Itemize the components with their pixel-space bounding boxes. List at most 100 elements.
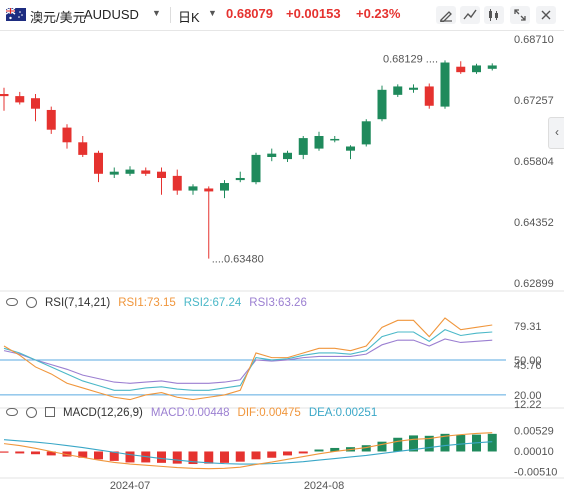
price-tick-label: 0.68710: [514, 34, 554, 46]
x-tick-label: 2024-07: [110, 480, 150, 492]
macd-bar: [94, 451, 103, 460]
candle: [31, 98, 40, 109]
price-tick-label: 0.67257: [514, 95, 554, 107]
candle: [330, 138, 340, 141]
macd-bar: [15, 451, 25, 454]
candle: [314, 135, 324, 149]
rsi-header: RSI(7,14,21) RSI1:73.15 RSI2:67.24 RSI3:63.…: [6, 297, 315, 313]
candle: [409, 87, 418, 90]
macd-bar: [220, 451, 229, 463]
rsi1-line: [3, 317, 493, 401]
eye-icon[interactable]: [6, 298, 18, 306]
price-tick-label: 0.62899: [514, 278, 554, 290]
macd-bar: [487, 433, 497, 452]
dif-line: [3, 432, 493, 470]
gear-icon[interactable]: [26, 297, 37, 308]
candle: [251, 154, 261, 183]
compare-icon[interactable]: [484, 6, 504, 24]
symbol-name[interactable]: 澳元/美元: [30, 7, 86, 26]
macd-bar: [31, 451, 40, 455]
macd-bar: [251, 451, 261, 460]
period-selector[interactable]: 日K: [178, 7, 200, 26]
macd-bar: [283, 451, 292, 456]
candle: [361, 121, 371, 145]
candle: [15, 96, 25, 103]
candle: [0, 94, 9, 97]
macd-label: MACD(12,26,9): [63, 407, 143, 419]
candle: [235, 177, 245, 181]
candle: [377, 89, 387, 120]
candle: [220, 183, 229, 191]
fullscreen-icon[interactable]: [510, 6, 530, 24]
rsi1-value: RSI1:73.15: [118, 297, 176, 309]
price-tick-label: 0.65804: [514, 156, 554, 168]
candle: [456, 66, 466, 73]
low-price-label: ....0.63480: [212, 254, 264, 266]
macd-value: MACD:0.00448: [150, 407, 230, 419]
high-price-label: 0.68129 ....: [383, 53, 438, 65]
macd-bar: [298, 451, 308, 454]
macd-bar: [377, 441, 387, 452]
candle: [46, 109, 56, 130]
box-icon[interactable]: [45, 407, 55, 417]
caret-down-icon[interactable]: ▼: [152, 8, 161, 18]
macd-bar: [393, 437, 403, 452]
macd-bar: [235, 451, 245, 462]
dea-line: [3, 439, 493, 465]
macd-bar: [204, 451, 214, 464]
macd-bar: [157, 451, 166, 463]
macd-bar: [125, 451, 135, 463]
macd-tick-label: 0.00529: [514, 426, 554, 438]
gear-icon[interactable]: [26, 407, 37, 418]
candle: [283, 152, 292, 160]
price-change: +0.00153: [286, 6, 341, 21]
candle: [109, 171, 119, 175]
rsi-tick-label: 79.31: [514, 321, 542, 333]
rsi-tick-label: 12.22: [514, 399, 542, 411]
macd-bar: [267, 451, 277, 458]
rsi-tick-label: 45.76: [514, 360, 542, 372]
divider: [170, 7, 171, 23]
candle: [267, 153, 277, 157]
candle: [424, 86, 434, 106]
candle: [393, 86, 403, 95]
macd-bar: [0, 451, 9, 453]
caret-down-icon[interactable]: ▼: [208, 8, 217, 18]
last-price: 0.68079: [226, 6, 273, 21]
indicator-icon[interactable]: [460, 6, 480, 24]
macd-header: MACD(12,26,9) MACD:0.00448 DIF:0.00475 DEA:…: [6, 407, 385, 423]
candle: [78, 142, 88, 155]
candle: [472, 65, 481, 73]
toolbar: 澳元/美元 AUDUSD ▼ 日K ▼ 0.68079 +0.00153 +0.…: [0, 0, 564, 31]
eye-icon[interactable]: [6, 408, 18, 416]
candle: [141, 170, 151, 174]
macd-tick-label: 0.00010: [514, 446, 554, 458]
x-tick-label: 2024-08: [304, 480, 344, 492]
rsi3-value: RSI3:63.26: [249, 297, 307, 309]
price-tick-label: 0.64352: [514, 217, 554, 229]
draw-tool-icon[interactable]: [436, 6, 456, 24]
candle: [157, 171, 166, 178]
rsi3-line: [3, 338, 493, 384]
au-flag-icon: [6, 8, 26, 21]
macd-tick-label: -0.00510: [514, 466, 557, 478]
dea-value: DEA:0.00251: [308, 407, 378, 419]
rsi2-value: RSI2:67.24: [183, 297, 242, 309]
macd-bar: [172, 451, 182, 464]
dif-value: DIF:0.00475: [237, 407, 301, 419]
candle: [125, 169, 135, 174]
candle: [298, 138, 308, 155]
candle: [62, 127, 72, 143]
candle: [188, 186, 198, 191]
candle: [346, 146, 355, 151]
kline-chart[interactable]: 0.68710 0.67257 0.65804 0.64352 0.62899 0.681…: [0, 31, 564, 495]
rsi-label: RSI(7,14,21): [45, 297, 111, 309]
settings-icon[interactable]: [536, 6, 556, 24]
price-change-pct: +0.23%: [356, 6, 401, 21]
candle: [204, 188, 214, 192]
candle: [487, 65, 497, 69]
candle: [440, 62, 450, 107]
candle: [172, 175, 182, 191]
macd-bar: [314, 449, 324, 452]
symbol-code[interactable]: AUDUSD: [84, 7, 139, 22]
